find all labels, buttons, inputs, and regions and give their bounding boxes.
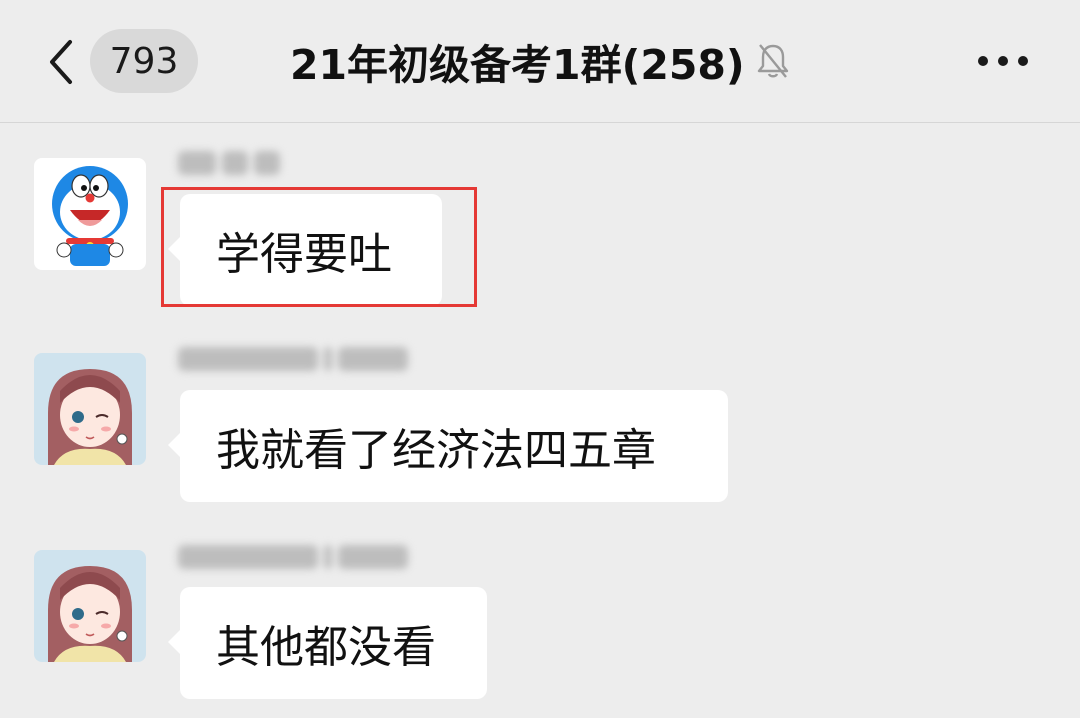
message-text: 学得要吐 xyxy=(216,229,392,280)
chat-header: 793 21年初级备考1群(258) xyxy=(0,0,1080,123)
doraemon-avatar[interactable] xyxy=(34,158,146,270)
message-bubble[interactable]: 学得要吐 xyxy=(168,194,442,306)
back-button[interactable] xyxy=(36,32,86,92)
message-bubble[interactable]: 我就看了经济法四五章 xyxy=(168,390,728,502)
unread-count-badge[interactable]: 793 xyxy=(90,29,198,93)
sender-name-blurred xyxy=(178,540,408,574)
message-text: 我就看了经济法四五章 xyxy=(216,425,656,476)
bell-muted-icon xyxy=(755,41,791,81)
anime-girl-avatar[interactable] xyxy=(34,550,146,662)
more-options-button[interactable] xyxy=(968,36,1038,86)
more-dots-icon xyxy=(978,56,1028,66)
sender-name-blurred xyxy=(178,342,408,376)
chevron-left-icon xyxy=(50,40,72,84)
message-bubble[interactable]: 其他都没看 xyxy=(168,587,487,699)
message-text: 其他都没看 xyxy=(216,622,436,673)
sender-name-blurred xyxy=(178,146,280,180)
anime-girl-avatar[interactable] xyxy=(34,353,146,465)
chat-title-wrap: 21年初级备考1群(258) xyxy=(290,28,791,94)
chat-title: 21年初级备考1群(258) xyxy=(290,41,745,89)
